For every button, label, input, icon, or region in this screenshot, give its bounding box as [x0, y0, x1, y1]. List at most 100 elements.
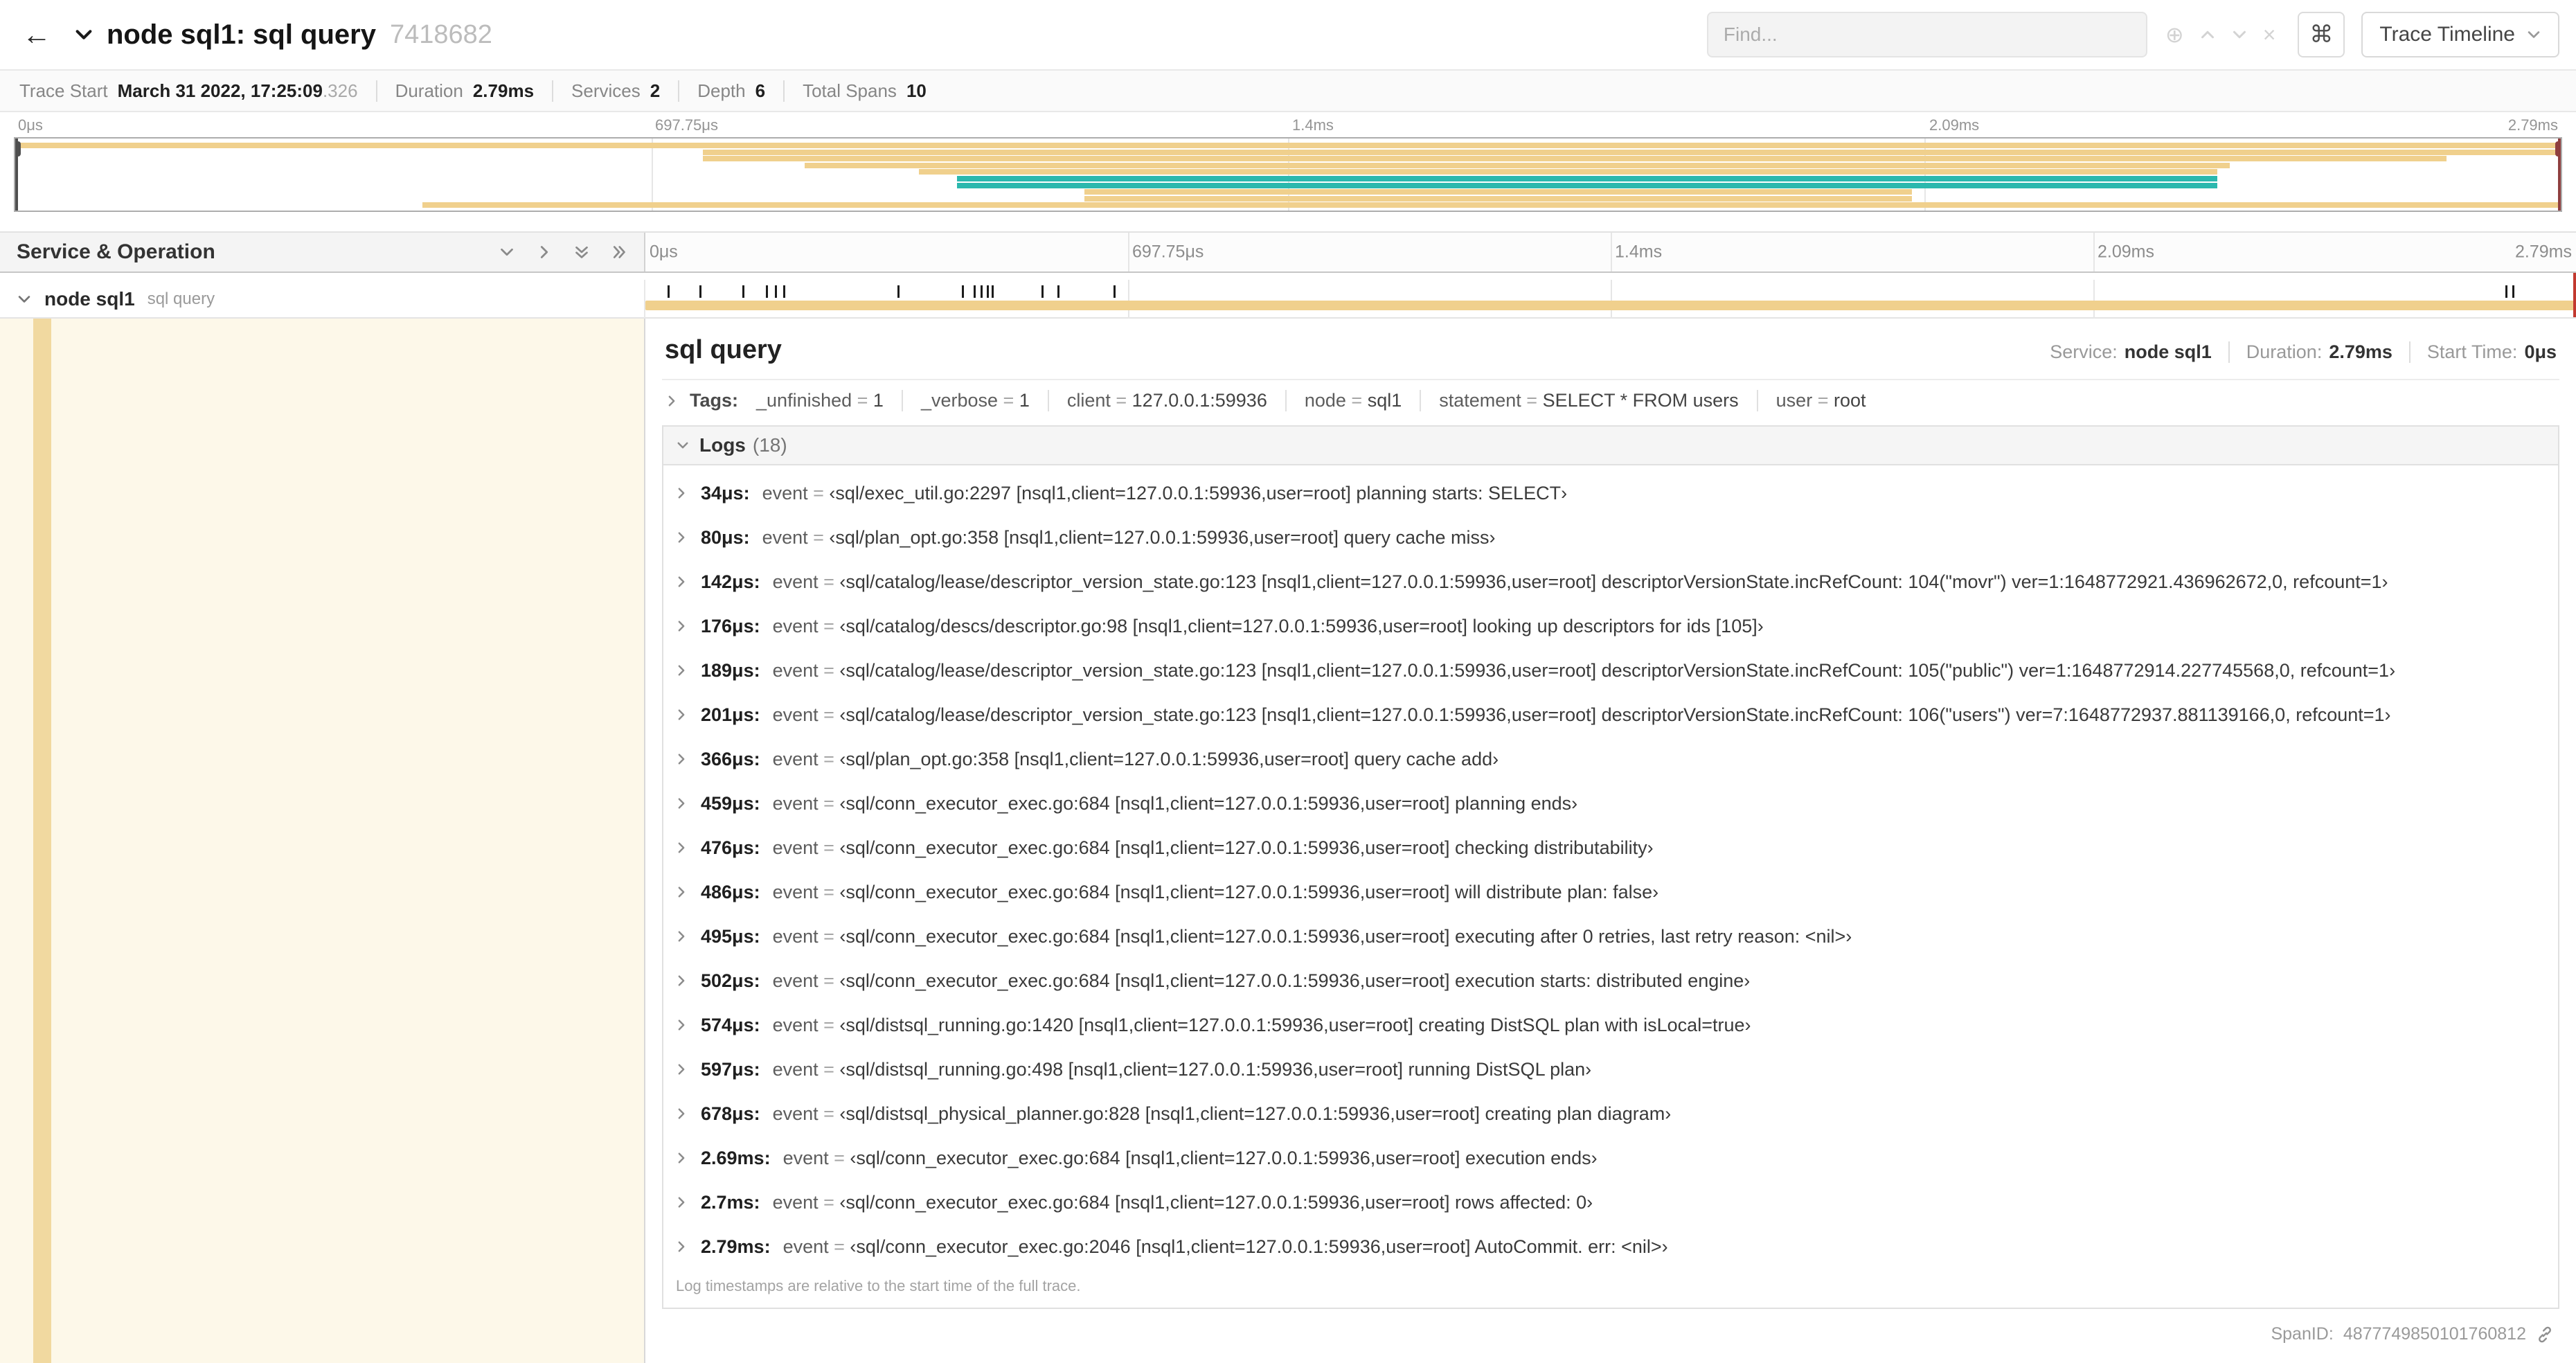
log-field-value: ‹sql/plan_opt.go:358 [nsql1,client=127.0…	[839, 748, 1499, 769]
log-timestamp: 486μs:	[701, 881, 760, 902]
log-timestamp: 2.79ms:	[701, 1236, 771, 1257]
tag-key: _unfinished	[756, 390, 852, 411]
equals-sign: =	[1110, 390, 1132, 411]
chevron-right-icon[interactable]	[674, 1107, 688, 1121]
collapse-one-chevron-down-icon[interactable]	[499, 244, 515, 260]
chevron-right-icon[interactable]	[674, 1240, 688, 1254]
log-field-value: ‹sql/catalog/descs/descriptor.go:98 [nsq…	[839, 615, 1764, 636]
link-icon[interactable]	[2536, 1326, 2554, 1344]
viewport-scrubber-left[interactable]	[15, 139, 21, 211]
chevron-right-icon[interactable]	[674, 841, 688, 855]
minimap-graph[interactable]	[14, 137, 2562, 212]
span-bar[interactable]	[645, 301, 2576, 310]
log-timestamp: 574μs:	[701, 1014, 760, 1035]
summary-value: 10	[906, 80, 927, 101]
log-row[interactable]: 189μs: event = ‹sql/catalog/lease/descrip…	[663, 648, 2558, 693]
log-row[interactable]: 678μs: event = ‹sql/distsql_physical_plan…	[663, 1092, 2558, 1136]
back-arrow-icon[interactable]: ←	[22, 20, 51, 49]
log-row[interactable]: 2.69ms: event = ‹sql/conn_executor_exec.g…	[663, 1136, 2558, 1180]
span-row[interactable]: node sql1 sql query	[0, 280, 2576, 319]
log-row[interactable]: 201μs: event = ‹sql/catalog/lease/descrip…	[663, 693, 2558, 737]
log-field-value: ‹sql/conn_executor_exec.go:684 [nsql1,cl…	[839, 970, 1751, 991]
find-input[interactable]	[1706, 12, 2147, 57]
expand-all-double-chevron-right-icon[interactable]	[611, 244, 627, 260]
chevron-right-icon[interactable]	[674, 752, 688, 766]
log-field-value: ‹sql/conn_executor_exec.go:684 [nsql1,cl…	[839, 792, 1578, 814]
chevron-right-icon[interactable]	[674, 885, 688, 899]
chevron-right-icon[interactable]	[674, 663, 688, 677]
tick-label: 0μs	[650, 242, 678, 262]
log-row[interactable]: 495μs: event = ‹sql/conn_executor_exec.go…	[663, 914, 2558, 959]
log-event: event = ‹sql/conn_executor_exec.go:684 […	[783, 1148, 1598, 1169]
log-row[interactable]: 176μs: event = ‹sql/catalog/descs/descrip…	[663, 604, 2558, 648]
log-event: event = ‹sql/conn_executor_exec.go:684 […	[773, 882, 1659, 903]
log-field-value: ‹sql/conn_executor_exec.go:684 [nsql1,cl…	[839, 881, 1659, 902]
tick-label: 697.75μs	[1132, 242, 1204, 262]
log-field-key: event	[772, 748, 819, 769]
log-row[interactable]: 80μs: event = ‹sql/plan_opt.go:358 [nsql1…	[663, 515, 2558, 560]
summary-value: 2.79ms	[472, 80, 535, 101]
chevron-right-icon[interactable]	[674, 486, 688, 500]
chevron-right-icon[interactable]	[674, 929, 688, 943]
chevron-right-icon	[665, 394, 679, 408]
tick-label: 697.75μs	[655, 116, 718, 134]
chevron-right-icon[interactable]	[674, 1018, 688, 1032]
log-row[interactable]: 2.79ms: event = ‹sql/conn_executor_exec.g…	[663, 1224, 2558, 1269]
log-row[interactable]: 502μs: event = ‹sql/conn_executor_exec.go…	[663, 959, 2558, 1003]
span-row-label[interactable]: node sql1 sql query	[0, 280, 645, 319]
chevron-right-icon[interactable]	[674, 1062, 688, 1076]
log-row[interactable]: 366μs: event = ‹sql/plan_opt.go:358 [nsql…	[663, 737, 2558, 781]
collapse-all-double-chevron-down-icon[interactable]	[573, 244, 590, 260]
log-timestamp: 176μs:	[701, 615, 760, 636]
clear-search-icon[interactable]: ×	[2257, 24, 2282, 46]
logs-header[interactable]: Logs (18)	[663, 427, 2558, 465]
log-field-key: event	[782, 1147, 829, 1168]
chevron-right-icon[interactable]	[674, 531, 688, 544]
chevron-right-icon[interactable]	[674, 1151, 688, 1165]
span-bar-track[interactable]	[645, 280, 2576, 319]
chevron-right-icon[interactable]	[674, 796, 688, 810]
span-id-label: SpanID:	[2271, 1324, 2334, 1344]
summary-item: Trace Start March 31 2022, 17:25:09.326	[19, 80, 358, 102]
log-row[interactable]: 34μs: event = ‹sql/exec_util.go:2297 [nsq…	[663, 471, 2558, 515]
locate-icon[interactable]: ⊕	[2160, 24, 2190, 46]
span-service-name: node sql1	[44, 288, 135, 310]
log-marker	[699, 285, 701, 298]
log-field-value: ‹sql/plan_opt.go:358 [nsql1,client=127.0…	[829, 526, 1496, 548]
log-row[interactable]: 459μs: event = ‹sql/conn_executor_exec.go…	[663, 781, 2558, 826]
trace-view-dropdown[interactable]: Trace Timeline	[2361, 12, 2559, 57]
chevron-right-icon[interactable]	[674, 708, 688, 722]
equals-sign: =	[1812, 390, 1834, 411]
minimap-span-bar	[918, 169, 2217, 175]
keyboard-shortcuts-button[interactable]: ⌘	[2298, 12, 2345, 57]
log-row[interactable]: 486μs: event = ‹sql/conn_executor_exec.go…	[663, 870, 2558, 914]
chevron-right-icon[interactable]	[674, 974, 688, 988]
log-event: event = ‹sql/conn_executor_exec.go:2046 …	[783, 1236, 1668, 1258]
log-row[interactable]: 476μs: event = ‹sql/conn_executor_exec.go…	[663, 826, 2558, 870]
log-timestamp: 201μs:	[701, 704, 760, 725]
log-row[interactable]: 574μs: event = ‹sql/distsql_running.go:14…	[663, 1003, 2558, 1047]
log-event: event = ‹sql/conn_executor_exec.go:684 […	[773, 837, 1654, 859]
log-field-value: ‹sql/exec_util.go:2297 [nsql1,client=127…	[829, 482, 1568, 504]
viewport-scrubber-right[interactable]	[2555, 139, 2561, 211]
chevron-down-icon[interactable]	[17, 292, 32, 307]
next-result-chevron-down-icon[interactable]	[2226, 26, 2253, 43]
prev-result-chevron-up-icon[interactable]	[2194, 26, 2221, 43]
expand-one-chevron-right-icon[interactable]	[536, 244, 553, 260]
log-marker	[961, 285, 964, 298]
log-marker	[774, 285, 777, 298]
chevron-right-icon[interactable]	[674, 575, 688, 589]
chevron-right-icon[interactable]	[674, 619, 688, 633]
trace-collapse-chevron-down-icon[interactable]	[73, 24, 94, 45]
chevron-right-icon[interactable]	[674, 1195, 688, 1209]
tick-label: 1.4ms	[1292, 116, 1334, 134]
log-timestamp: 495μs:	[701, 925, 760, 947]
log-row[interactable]: 2.7ms: event = ‹sql/conn_executor_exec.go…	[663, 1180, 2558, 1224]
tick-label: 2.09ms	[2098, 242, 2154, 262]
log-field-value: ‹sql/conn_executor_exec.go:2046 [nsql1,c…	[850, 1236, 1668, 1257]
log-row[interactable]: 597μs: event = ‹sql/distsql_running.go:49…	[663, 1047, 2558, 1092]
log-row[interactable]: 142μs: event = ‹sql/catalog/lease/descrip…	[663, 560, 2558, 604]
tags-accordion[interactable]: Tags: _unfinished = 1 _verbose = 1 client …	[662, 379, 2559, 425]
log-event: event = ‹sql/catalog/lease/descriptor_ve…	[773, 660, 2396, 682]
log-marker	[765, 285, 768, 298]
